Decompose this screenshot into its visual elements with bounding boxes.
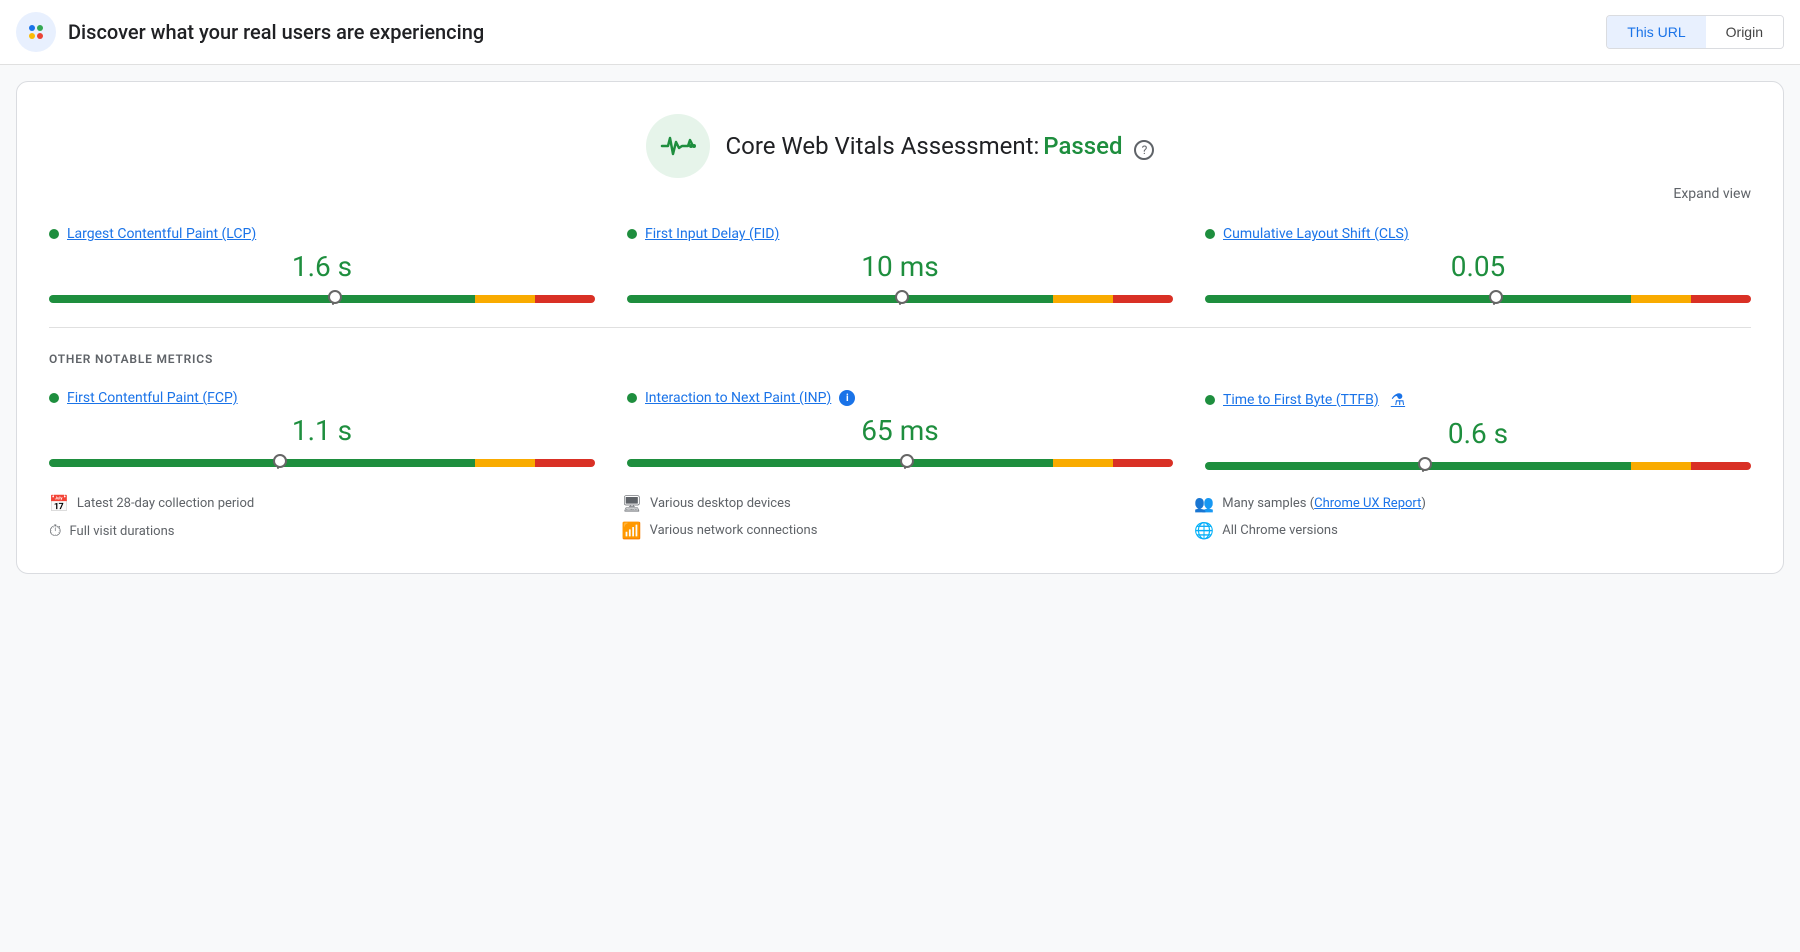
calendar-icon: 📅: [49, 494, 69, 513]
fid-dot: [627, 229, 637, 239]
lcp-orange: [475, 295, 535, 303]
footer-info: 📅 Latest 28-day collection period ⏱ Full…: [49, 494, 1751, 541]
fid-red: [1113, 295, 1173, 303]
cls-needle: [1493, 293, 1495, 305]
cls-dot: [1205, 229, 1215, 239]
ttfb-red: [1691, 462, 1751, 470]
app-logo: [16, 12, 56, 52]
ttfb-gauge: [1205, 462, 1751, 470]
fid-orange: [1053, 295, 1113, 303]
footer-many-samples: 👥 Many samples (Chrome UX Report): [1194, 494, 1751, 513]
fid-green: [627, 295, 1053, 303]
ttfb-needle: [1422, 460, 1424, 472]
header-left: Discover what your real users are experi…: [16, 12, 484, 52]
vitals-icon: [646, 114, 710, 178]
fcp-green: [49, 459, 475, 467]
fcp-bar: [49, 459, 595, 467]
footer-col1: 📅 Latest 28-day collection period ⏱ Full…: [49, 494, 606, 541]
timer-icon: ⏱: [49, 521, 61, 541]
footer-collection-period: 📅 Latest 28-day collection period: [49, 494, 606, 513]
page-title: Discover what your real users are experi…: [68, 20, 484, 44]
inp-info-icon[interactable]: i: [839, 390, 855, 406]
assessment-help: ?: [1134, 139, 1154, 158]
section-divider: [49, 327, 1751, 328]
cls-value: 0.05: [1205, 250, 1751, 283]
lcp-needle: [332, 293, 334, 305]
inp-label[interactable]: Interaction to Next Paint (INP) i: [627, 390, 1173, 406]
inp-value: 65 ms: [627, 414, 1173, 447]
ttfb-bar: [1205, 462, 1751, 470]
assessment-status: Passed: [1043, 132, 1122, 160]
ttfb-dot: [1205, 395, 1215, 405]
lcp-label[interactable]: Largest Contentful Paint (LCP): [49, 226, 595, 242]
url-origin-toggle: This URL Origin: [1606, 15, 1784, 49]
this-url-button[interactable]: This URL: [1607, 16, 1705, 48]
core-metrics-grid: Largest Contentful Paint (LCP) 1.6 s Fir…: [49, 226, 1751, 303]
expand-view[interactable]: Expand view: [49, 186, 1751, 202]
fcp-gauge: [49, 459, 595, 467]
main-card: Core Web Vitals Assessment: Passed ? Exp…: [16, 81, 1784, 574]
inp-needle: [904, 457, 906, 469]
lcp-green: [49, 295, 475, 303]
metric-cls: Cumulative Layout Shift (CLS) 0.05: [1205, 226, 1751, 303]
lcp-value: 1.6 s: [49, 250, 595, 283]
cls-gauge: [1205, 295, 1751, 303]
footer-visit-durations: ⏱ Full visit durations: [49, 521, 606, 541]
network-icon: 📶: [622, 521, 642, 540]
samples-icon: 👥: [1194, 494, 1214, 513]
lcp-gauge: [49, 295, 595, 303]
lcp-red: [535, 295, 595, 303]
fcp-orange: [475, 459, 535, 467]
fcp-red: [535, 459, 595, 467]
inp-gauge: [627, 459, 1173, 467]
ttfb-label[interactable]: Time to First Byte (TTFB) ⚗: [1205, 390, 1751, 409]
fcp-needle: [277, 457, 279, 469]
chrome-icon: 🌐: [1194, 521, 1214, 540]
assessment-title-area: Core Web Vitals Assessment: Passed ?: [726, 132, 1155, 160]
other-metrics-grid: First Contentful Paint (FCP) 1.1 s Inter…: [49, 390, 1751, 470]
desktop-icon: 🖥: [622, 494, 642, 513]
metric-inp: Interaction to Next Paint (INP) i 65 ms: [627, 390, 1173, 470]
inp-orange: [1053, 459, 1113, 467]
assessment-title-text: Core Web Vitals Assessment:: [726, 132, 1040, 160]
footer-network-connections: 📶 Various network connections: [622, 521, 1179, 540]
ttfb-beaker-icon: ⚗: [1391, 390, 1405, 409]
inp-green: [627, 459, 1053, 467]
assessment-header: Core Web Vitals Assessment: Passed ?: [49, 114, 1751, 178]
metric-lcp: Largest Contentful Paint (LCP) 1.6 s: [49, 226, 595, 303]
lcp-dot: [49, 229, 59, 239]
footer-desktop-devices: 🖥 Various desktop devices: [622, 494, 1179, 513]
fid-value: 10 ms: [627, 250, 1173, 283]
cls-bar: [1205, 295, 1751, 303]
other-metrics-title: OTHER NOTABLE METRICS: [49, 352, 1751, 366]
ttfb-value: 0.6 s: [1205, 417, 1751, 450]
fcp-label[interactable]: First Contentful Paint (FCP): [49, 390, 595, 406]
fid-needle: [899, 293, 901, 305]
page-header: Discover what your real users are experi…: [0, 0, 1800, 65]
fid-gauge: [627, 295, 1173, 303]
footer-chrome-versions: 🌐 All Chrome versions: [1194, 521, 1751, 540]
metric-fid: First Input Delay (FID) 10 ms: [627, 226, 1173, 303]
cls-label[interactable]: Cumulative Layout Shift (CLS): [1205, 226, 1751, 242]
metric-ttfb: Time to First Byte (TTFB) ⚗ 0.6 s: [1205, 390, 1751, 470]
inp-dot: [627, 393, 637, 403]
footer-col2: 🖥 Various desktop devices 📶 Various netw…: [622, 494, 1179, 541]
cls-red: [1691, 295, 1751, 303]
lcp-bar: [49, 295, 595, 303]
footer-col3: 👥 Many samples (Chrome UX Report) 🌐 All …: [1194, 494, 1751, 541]
fid-label[interactable]: First Input Delay (FID): [627, 226, 1173, 242]
inp-red: [1113, 459, 1173, 467]
help-icon[interactable]: ?: [1134, 140, 1154, 160]
origin-button[interactable]: Origin: [1706, 16, 1783, 48]
ttfb-orange: [1631, 462, 1691, 470]
chrome-ux-report-link[interactable]: Chrome UX Report: [1314, 496, 1421, 511]
metric-fcp: First Contentful Paint (FCP) 1.1 s: [49, 390, 595, 470]
cls-orange: [1631, 295, 1691, 303]
fcp-value: 1.1 s: [49, 414, 595, 447]
cls-green: [1205, 295, 1631, 303]
fcp-dot: [49, 393, 59, 403]
